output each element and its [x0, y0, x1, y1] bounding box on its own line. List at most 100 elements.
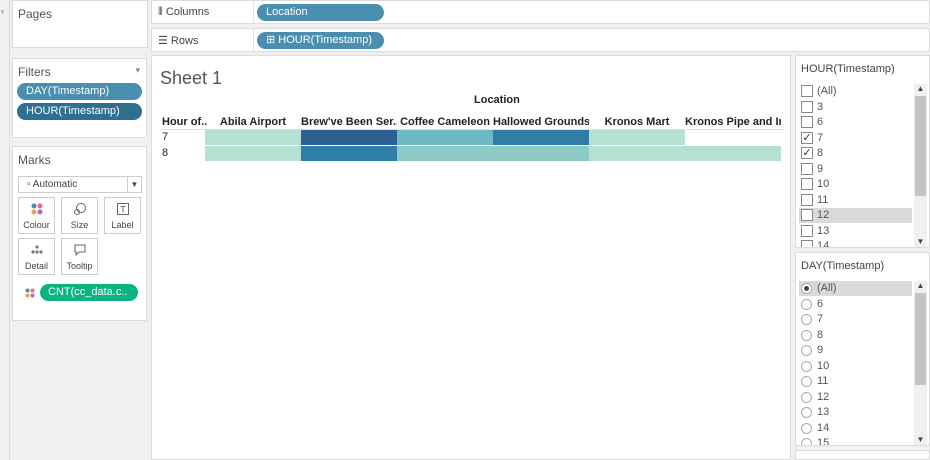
measure-pill[interactable]: CNT(cc_data.c..	[40, 284, 138, 301]
radio-button[interactable]	[801, 438, 812, 445]
column-header[interactable]: Abila Airport	[205, 116, 301, 128]
svg-text:T: T	[119, 206, 126, 216]
heatmap-cell[interactable]	[205, 146, 301, 161]
column-header[interactable]: Kronos Pipe and Ir..	[685, 116, 781, 128]
filter-option[interactable]: 6	[799, 297, 912, 312]
checkbox[interactable]	[801, 85, 813, 97]
filter-option[interactable]: 3	[799, 100, 912, 115]
pages-card[interactable]: Pages	[12, 0, 148, 48]
heatmap-cell[interactable]	[589, 146, 685, 161]
label-button[interactable]: T Label	[104, 197, 141, 234]
column-header[interactable]: Coffee Cameleon	[397, 116, 493, 128]
sheet-view[interactable]: Sheet 1 Location Hour of.. Abila Airport…	[151, 55, 791, 460]
columns-shelf[interactable]: ⦀ Columns Location	[151, 0, 930, 24]
checkbox[interactable]	[801, 162, 813, 175]
radio-button[interactable]	[801, 314, 812, 325]
heatmap-cell[interactable]	[685, 130, 781, 145]
radio-button[interactable]	[801, 283, 812, 294]
colour-button[interactable]: Colour	[18, 197, 55, 234]
scroll-up-icon[interactable]: ▲	[914, 281, 927, 291]
filter-option[interactable]: 12	[799, 390, 912, 405]
columns-pill-location[interactable]: Location	[257, 4, 384, 21]
scroll-thumb[interactable]	[915, 96, 926, 196]
scroll-up-icon[interactable]: ▲	[914, 84, 927, 94]
row-label[interactable]: 7	[162, 131, 168, 143]
size-button[interactable]: Size	[61, 197, 98, 234]
collapse-strip[interactable]: ‹	[0, 0, 10, 460]
radio-button[interactable]	[801, 391, 812, 403]
filter-pill-hour[interactable]: HOUR(Timestamp)	[17, 103, 142, 120]
column-header[interactable]: Kronos Mart	[589, 116, 685, 128]
radio-button[interactable]	[801, 422, 812, 434]
scroll-down-icon[interactable]: ▼	[914, 237, 927, 247]
filter-option[interactable]: 15	[799, 436, 912, 445]
filters-card[interactable]: Filters ▾ DAY(Timestamp) HOUR(Timestamp)	[12, 58, 147, 138]
row-label[interactable]: 8	[162, 147, 168, 159]
filter-option-label: 7	[817, 313, 824, 325]
filter-option[interactable]: 13	[799, 405, 912, 420]
checkbox[interactable]	[801, 116, 813, 128]
heatmap-cell[interactable]	[301, 130, 397, 145]
radio-button[interactable]	[801, 345, 812, 356]
detail-button[interactable]: Detail	[18, 238, 55, 275]
mark-type-select[interactable]: ▫ Automatic ▼	[18, 176, 142, 193]
hour-filter-scrollbar[interactable]: ▲ ▼	[914, 84, 927, 247]
checkbox[interactable]: ✓	[801, 131, 813, 144]
radio-button[interactable]	[801, 360, 812, 372]
columns-shelf-label: ⦀ Columns	[158, 6, 209, 19]
filter-option[interactable]: ✓ 8	[799, 146, 912, 161]
day-filter-scrollbar[interactable]: ▲ ▼	[914, 281, 927, 445]
rows-pill-hour[interactable]: ⊞ HOUR(Timestamp)	[257, 32, 384, 49]
filter-option[interactable]: 14	[799, 239, 912, 247]
scroll-down-icon[interactable]: ▼	[914, 435, 927, 445]
heatmap-cell[interactable]	[589, 130, 685, 145]
filter-option[interactable]: 10	[799, 359, 912, 374]
checkbox[interactable]	[801, 178, 813, 190]
colour-dots-icon	[25, 288, 35, 298]
radio-button[interactable]	[801, 407, 812, 418]
checkbox[interactable]	[801, 240, 813, 247]
filter-option-label: 10	[817, 178, 830, 190]
filter-option[interactable]: ✓ 7	[799, 131, 912, 146]
scroll-thumb[interactable]	[915, 293, 926, 385]
column-header[interactable]: Hallowed Grounds	[493, 116, 589, 128]
radio-button[interactable]	[801, 329, 812, 341]
filter-pill-day[interactable]: DAY(Timestamp)	[17, 83, 142, 100]
filter-option[interactable]: 14	[799, 421, 912, 436]
checkbox[interactable]	[801, 100, 813, 113]
filter-option[interactable]: 8	[799, 328, 912, 343]
filter-option[interactable]: 9	[799, 162, 912, 177]
filter-option[interactable]: (All)	[799, 281, 912, 296]
filter-option[interactable]: 11	[799, 374, 912, 389]
heatmap-cell[interactable]	[205, 130, 301, 145]
filter-option[interactable]: 7	[799, 312, 912, 327]
chevron-left-icon[interactable]: ‹	[1, 6, 4, 16]
heatmap-cell[interactable]	[493, 146, 589, 161]
tooltip-button[interactable]: Tooltip	[61, 238, 98, 275]
filter-option[interactable]: 13	[799, 224, 912, 239]
rows-shelf[interactable]: ☰ Rows ⊞ HOUR(Timestamp)	[151, 28, 930, 52]
chevron-down-icon[interactable]: ▼	[127, 177, 141, 192]
column-header[interactable]: Brew've Been Ser..	[301, 116, 397, 128]
filter-option[interactable]: 12	[799, 208, 912, 223]
filter-option[interactable]: 11	[799, 193, 912, 208]
row-header[interactable]: Hour of..	[162, 116, 210, 128]
filter-option[interactable]: (All)	[799, 84, 912, 99]
heatmap-cell[interactable]	[397, 146, 493, 161]
radio-button[interactable]	[801, 376, 812, 387]
heatmap-cell[interactable]	[685, 146, 781, 161]
checkbox[interactable]	[801, 224, 813, 237]
filter-option[interactable]: 10	[799, 177, 912, 192]
rows-shelf-label: ☰ Rows	[158, 34, 198, 47]
checkbox[interactable]	[801, 209, 813, 221]
radio-button[interactable]	[801, 298, 812, 310]
checkbox[interactable]	[801, 193, 813, 206]
filter-option[interactable]: 6	[799, 115, 912, 130]
heatmap-cell[interactable]	[397, 130, 493, 145]
filter-option[interactable]: 9	[799, 343, 912, 358]
heatmap-cell[interactable]	[493, 130, 589, 145]
checkbox[interactable]: ✓	[801, 147, 813, 159]
discrete-date-icon: ⊞	[266, 34, 279, 46]
filters-menu-icon[interactable]: ▾	[135, 65, 140, 76]
heatmap-cell[interactable]	[301, 146, 397, 161]
